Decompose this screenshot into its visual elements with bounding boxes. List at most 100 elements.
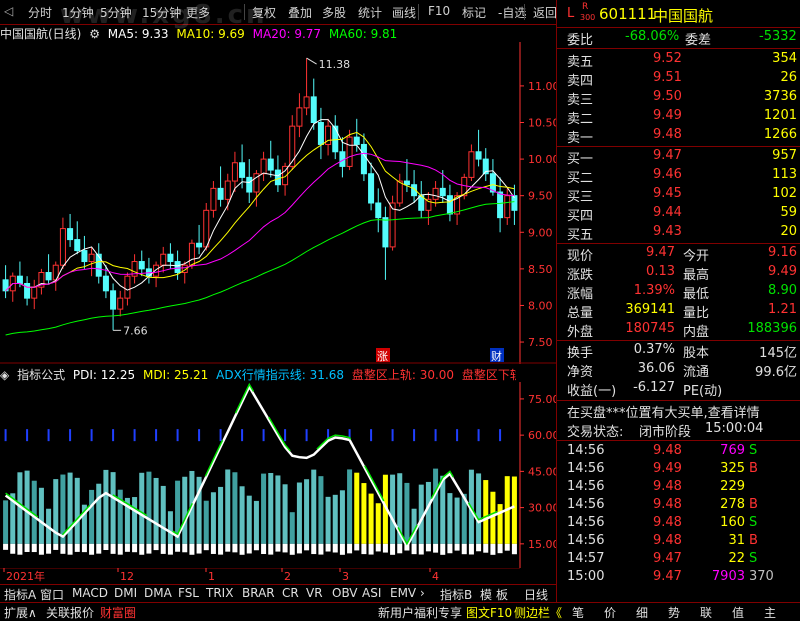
stat2-row: 收益(一) -6.127 PE(动) bbox=[557, 380, 800, 399]
bottom-tab-3[interactable]: DMI bbox=[114, 586, 137, 600]
band-tick bbox=[155, 429, 158, 442]
tick-flag: B bbox=[749, 497, 758, 512]
status-left-2[interactable]: 财富圈 bbox=[100, 604, 136, 621]
bottom-tab-5[interactable]: FSL bbox=[178, 586, 199, 600]
indicator-bar bbox=[433, 468, 439, 544]
status-left-0[interactable]: 扩展∧ bbox=[4, 604, 37, 621]
indicator-neg-bar bbox=[382, 543, 388, 553]
toolbar-item-2[interactable]: 5分钟 bbox=[100, 4, 132, 21]
indicator-neg-bar bbox=[74, 543, 80, 552]
candle-body bbox=[31, 286, 38, 299]
toolbar-item-8[interactable]: 统计 bbox=[358, 4, 382, 21]
indicator-neg-bar bbox=[196, 543, 202, 554]
bid-price: 9.46 bbox=[653, 167, 682, 182]
candle-body bbox=[346, 136, 353, 167]
indicator-chart[interactable]: 15.00 30.00 45.00 60.00 75.00 bbox=[0, 382, 556, 568]
side-tab-6[interactable]: 主 bbox=[764, 604, 776, 621]
stat2-value: -6.127 bbox=[633, 380, 675, 395]
toolbar-item-5[interactable]: 复权 bbox=[252, 4, 276, 21]
candle-body bbox=[396, 180, 403, 204]
tick-time: 14:57 bbox=[567, 551, 605, 566]
panel-divider bbox=[557, 340, 800, 341]
bottom-tab-17[interactable]: 日线 bbox=[524, 586, 548, 603]
stat-value: 0.13 bbox=[646, 264, 675, 279]
toolbar-item-11[interactable]: 标记 bbox=[462, 4, 486, 21]
bottom-tab-16[interactable]: 板 bbox=[496, 586, 508, 603]
bottom-tab-2[interactable]: MACD bbox=[72, 586, 108, 600]
stat2-label-2: PE(动) bbox=[683, 384, 723, 399]
toolbar-item-6[interactable]: 叠加 bbox=[288, 4, 312, 21]
indicator-neg-bar bbox=[96, 543, 102, 554]
indicator-neg-bar bbox=[511, 543, 517, 555]
candle-body bbox=[67, 228, 74, 241]
bottom-tab-13[interactable]: › bbox=[420, 586, 425, 600]
bottom-tab-14[interactable]: 指标B bbox=[440, 586, 472, 603]
stat-value: 9.47 bbox=[646, 245, 675, 260]
status-right-0[interactable]: 新用户福利专享 bbox=[378, 604, 462, 621]
side-tab-1[interactable]: 价 bbox=[604, 604, 616, 621]
bottom-tab-11[interactable]: ASI bbox=[362, 586, 381, 600]
bottom-tab-4[interactable]: DMA bbox=[144, 586, 172, 600]
toolbar-item-3[interactable]: 15分钟 bbox=[142, 4, 181, 21]
toolbar-item-12[interactable]: -自选 bbox=[498, 4, 526, 21]
indicator-bar bbox=[325, 496, 331, 544]
status-right-1[interactable]: 图文F10 bbox=[466, 604, 512, 621]
side-tab-0[interactable]: 笔 bbox=[572, 604, 584, 621]
bottom-tab-12[interactable]: EMV bbox=[390, 586, 416, 600]
ask-row: 卖二 9.49 1201 bbox=[557, 108, 800, 127]
stat-label-2: 内盘 bbox=[683, 325, 710, 340]
indicator-bar bbox=[511, 476, 517, 544]
ma60-line bbox=[5, 201, 515, 336]
indicator-neg-bar bbox=[46, 543, 52, 554]
bottom-tab-1[interactable]: 窗口 bbox=[40, 586, 64, 603]
bottom-tab-9[interactable]: VR bbox=[306, 586, 323, 600]
indicator-menu-icon[interactable]: ◈ bbox=[0, 368, 9, 382]
tick-row: 14:56 9.48 278 B bbox=[557, 497, 800, 515]
toolbar-item-1[interactable]: 1分钟 bbox=[62, 4, 94, 21]
bottom-tab-10[interactable]: OBV bbox=[332, 586, 358, 600]
side-tab-5[interactable]: 值 bbox=[732, 604, 744, 621]
big-order-message[interactable]: 在买盘***位置有大买单,查看详情 bbox=[557, 402, 800, 421]
toolbar-item-9[interactable]: 画线 bbox=[392, 4, 416, 21]
stat-label: 涨跌 bbox=[567, 268, 594, 283]
candle-body bbox=[289, 125, 296, 167]
bottom-tab-7[interactable]: BRAR bbox=[242, 586, 275, 600]
stat-label: 涨幅 bbox=[567, 287, 594, 302]
side-tab-4[interactable]: 联 bbox=[700, 604, 712, 621]
candle-body bbox=[274, 169, 281, 186]
side-tab-3[interactable]: 势 bbox=[668, 604, 680, 621]
bottom-tab-0[interactable]: 指标A bbox=[4, 586, 36, 603]
r-badge: R bbox=[582, 2, 589, 12]
bottom-tab-15[interactable]: 模 bbox=[480, 586, 492, 603]
toolbar-item-13[interactable]: 返回 bbox=[533, 4, 557, 21]
toolbar-back-icon[interactable]: ◁ bbox=[4, 4, 13, 18]
toolbar-item-0[interactable]: 分时 bbox=[28, 4, 52, 21]
indicator-neg-bar bbox=[332, 543, 338, 553]
big-order-text[interactable]: 在买盘***位置有大买单,查看详情 bbox=[567, 402, 760, 421]
indicator-neg-bar bbox=[454, 543, 460, 551]
indicator-neg-bar bbox=[110, 543, 116, 554]
candle-body bbox=[196, 242, 203, 248]
indicator-neg-bar bbox=[490, 543, 496, 555]
status-left-1[interactable]: 关联报价 bbox=[46, 604, 94, 621]
side-tab-2[interactable]: 细 bbox=[636, 604, 648, 621]
toolbar-item-4[interactable]: 更多 bbox=[186, 4, 210, 21]
indicator-neg-bar bbox=[433, 543, 439, 553]
toolbar-item-10[interactable]: F10 bbox=[428, 4, 450, 18]
indicator-neg-bar bbox=[440, 543, 446, 555]
bottom-tab-6[interactable]: TRIX bbox=[206, 586, 233, 600]
indicator-legend: ◈ 指标公式 PDI: 12.25 MDI: 25.21 ADX行情指示线: 3… bbox=[0, 366, 516, 382]
chart-settings-icon[interactable]: ⚙ bbox=[89, 27, 100, 41]
band-tick bbox=[241, 429, 244, 442]
candlestick-chart[interactable]: 7.50 8.00 8.50 9.00 9.50 10.00 10.50 11.00 11.38… bbox=[0, 42, 556, 364]
indicator-tick-label: 60.00 bbox=[528, 429, 556, 442]
indicator-neg-bar bbox=[425, 543, 431, 552]
panel-divider bbox=[557, 27, 800, 28]
toolbar-item-7[interactable]: 多股 bbox=[322, 4, 346, 21]
r-sub-badge: 300 bbox=[580, 13, 596, 22]
toolbar-divider bbox=[244, 4, 245, 20]
indicator-name[interactable]: 指标公式 bbox=[17, 368, 65, 382]
candle-body bbox=[403, 180, 410, 186]
bottom-tab-8[interactable]: CR bbox=[282, 586, 299, 600]
status-right-2[interactable]: 侧边栏《 bbox=[514, 604, 562, 621]
